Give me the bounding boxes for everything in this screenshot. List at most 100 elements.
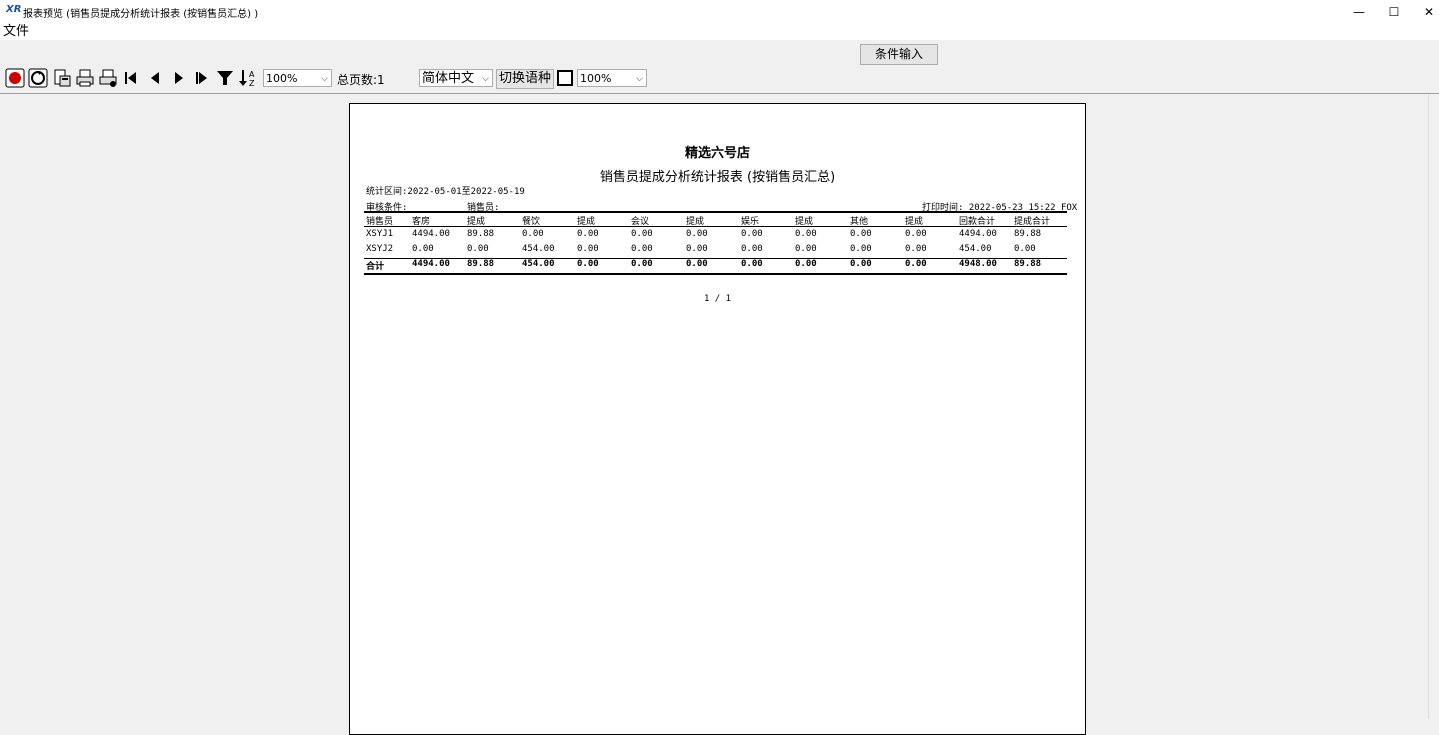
table-cell: 0.00 [741, 244, 763, 254]
table-cell: 提成 [467, 217, 486, 227]
table-cell: 4494.00 [959, 229, 997, 239]
switch-language-button[interactable]: 切换语种 [496, 69, 555, 89]
table-cell: 0.00 [850, 259, 872, 269]
app-logo-icon: XR [6, 4, 22, 15]
minimize-button[interactable]: — [1341, 0, 1377, 24]
zoom-select-2-value: 100% [580, 72, 612, 85]
table-row: XSYJ1 4494.00 89.88 0.00 0.00 0.00 0.00 0.00 0.0… [364, 227, 1067, 242]
total-pages-label: 总页数:1 [337, 73, 385, 87]
table-cell: XSYJ2 [366, 244, 394, 254]
stop-icon[interactable] [4, 68, 26, 88]
table-body: XSYJ1 4494.00 89.88 0.00 0.00 0.00 0.00 0.00 0.0… [364, 227, 1067, 257]
report-title: 销售员提成分析统计报表 (按销售员汇总) [599, 170, 836, 185]
condition-input-button[interactable]: 条件输入 [860, 44, 938, 65]
table-cell: 0.00 [795, 244, 817, 254]
table-cell: 0.00 [905, 259, 927, 269]
table-cell: 其他 [850, 217, 869, 227]
table-cell: 提成 [577, 217, 596, 227]
table-cell: 提成 [686, 217, 705, 227]
table-cell: 娱乐 [741, 217, 760, 227]
table-cell: 0.00 [467, 244, 489, 254]
first-page-icon[interactable] [121, 68, 141, 88]
table-cell: 0.00 [631, 229, 653, 239]
table-cell: 客房 [412, 217, 431, 227]
table-cell: 0.00 [686, 244, 708, 254]
table-cell: 0.00 [522, 229, 544, 239]
table-cell: 4494.00 [412, 229, 450, 239]
chevron-down-icon: ⌵ [636, 74, 643, 84]
table-cell: 0.00 [795, 229, 817, 239]
table-cell: 0.00 [412, 244, 434, 254]
svg-text:A: A [249, 70, 255, 79]
table-cell: 提成合计 [1014, 217, 1051, 227]
last-page-icon[interactable] [192, 68, 212, 88]
table-cell: 0.00 [850, 244, 872, 254]
print-icon[interactable] [74, 68, 96, 88]
table-cell: 0.00 [741, 259, 763, 269]
table-cell: 0.00 [686, 229, 708, 239]
close-button[interactable]: ✕ [1411, 0, 1439, 24]
chevron-down-icon: ⌵ [321, 74, 328, 84]
table-cell: 0.00 [905, 229, 927, 239]
table-cell: 89.88 [1014, 259, 1042, 269]
table-cell: 0.00 [686, 259, 708, 269]
title-bar: XR 报表预览 (销售员提成分析统计报表 (按销售员汇总) ) — ☐ ✕ [0, 0, 1439, 24]
table-cell: 合计 [366, 262, 385, 272]
period-label: 统计区间:2022-05-01至2022-05-19 [366, 187, 525, 197]
language-select[interactable]: 简体中文 ⌵ [419, 69, 493, 87]
table-cell: 4948.00 [959, 259, 997, 269]
table-cell: 0.00 [795, 259, 817, 269]
table-cell: 4494.00 [412, 259, 450, 269]
table-cell: 0.00 [741, 229, 763, 239]
table-cell: 餐饮 [522, 217, 541, 227]
table-cell: 0.00 [577, 259, 599, 269]
zoom-select[interactable]: 100% ⌵ [263, 69, 332, 87]
menu-file[interactable]: 文件 [3, 24, 29, 40]
zoom-select-value: 100% [266, 72, 298, 85]
table-cell: 0.00 [1014, 244, 1036, 254]
table-cell: 454.00 [522, 259, 555, 269]
sort-icon[interactable]: AZ [238, 68, 260, 88]
chevron-down-icon: ⌵ [482, 74, 489, 84]
table-row: XSYJ2 0.00 0.00 454.00 0.00 0.00 0.00 0.00 0.00 0… [364, 242, 1067, 257]
filter-icon[interactable] [215, 68, 235, 88]
toggle-checkbox[interactable] [557, 70, 573, 86]
prev-page-icon[interactable] [145, 68, 165, 88]
print-setup-icon[interactable] [97, 68, 119, 88]
table-total-row: 合计 4494.00 89.88 454.00 0.00 0.00 0.00 0.00 0.00… [364, 257, 1067, 272]
refresh-icon[interactable] [27, 68, 49, 88]
zoom-select-2[interactable]: 100% ⌵ [577, 69, 647, 87]
language-select-value: 简体中文 [422, 71, 475, 86]
table-cell: 0.00 [905, 244, 927, 254]
table-cell: 会议 [631, 217, 650, 227]
next-page-icon[interactable] [169, 68, 189, 88]
menu-bar: 文件 [0, 24, 1439, 41]
table-cell: 0.00 [850, 229, 872, 239]
export-icon[interactable] [51, 68, 73, 88]
table-cell: 0.00 [577, 229, 599, 239]
vertical-scrollbar[interactable] [1428, 94, 1439, 719]
table-cell: 454.00 [522, 244, 555, 254]
table-cell: 0.00 [577, 244, 599, 254]
table-header-row: 销售员 客房 提成 餐饮 提成 会议 提成 娱乐 提成 其他 提成 回款合计 提成合计 [364, 212, 1067, 227]
table-cell: 回款合计 [959, 217, 996, 227]
table-cell: 89.88 [467, 259, 495, 269]
table-cell: 销售员 [366, 217, 394, 227]
toolbar: 条件输入 AZ 100% ⌵ 总页数:1 简体中文 ⌵ 切换语种 100% ⌵ [0, 40, 1439, 94]
store-name: 精选六号店 [684, 146, 750, 161]
report-page: 精选六号店 销售员提成分析统计报表 (按销售员汇总) 统计区间:2022-05-… [349, 103, 1086, 735]
window-title: 报表预览 (销售员提成分析统计报表 (按销售员汇总) ) [23, 9, 259, 20]
report-table: 销售员 客房 提成 餐饮 提成 会议 提成 娱乐 提成 其他 提成 回款合计 提成合计 XSYJ1 449… [364, 212, 1067, 272]
page-indicator: 1 / 1 [703, 294, 732, 304]
maximize-button[interactable]: ☐ [1376, 0, 1412, 24]
table-cell: 提成 [905, 217, 924, 227]
table-cell: 提成 [795, 217, 814, 227]
table-cell: 89.88 [467, 229, 495, 239]
table-cell: 0.00 [631, 259, 653, 269]
table-cell: XSYJ1 [366, 229, 394, 239]
table-cell: 0.00 [631, 244, 653, 254]
table-cell: 454.00 [959, 244, 992, 254]
table-cell: 89.88 [1014, 229, 1042, 239]
svg-text:Z: Z [249, 79, 255, 88]
table-bottom-rule [364, 273, 1067, 275]
